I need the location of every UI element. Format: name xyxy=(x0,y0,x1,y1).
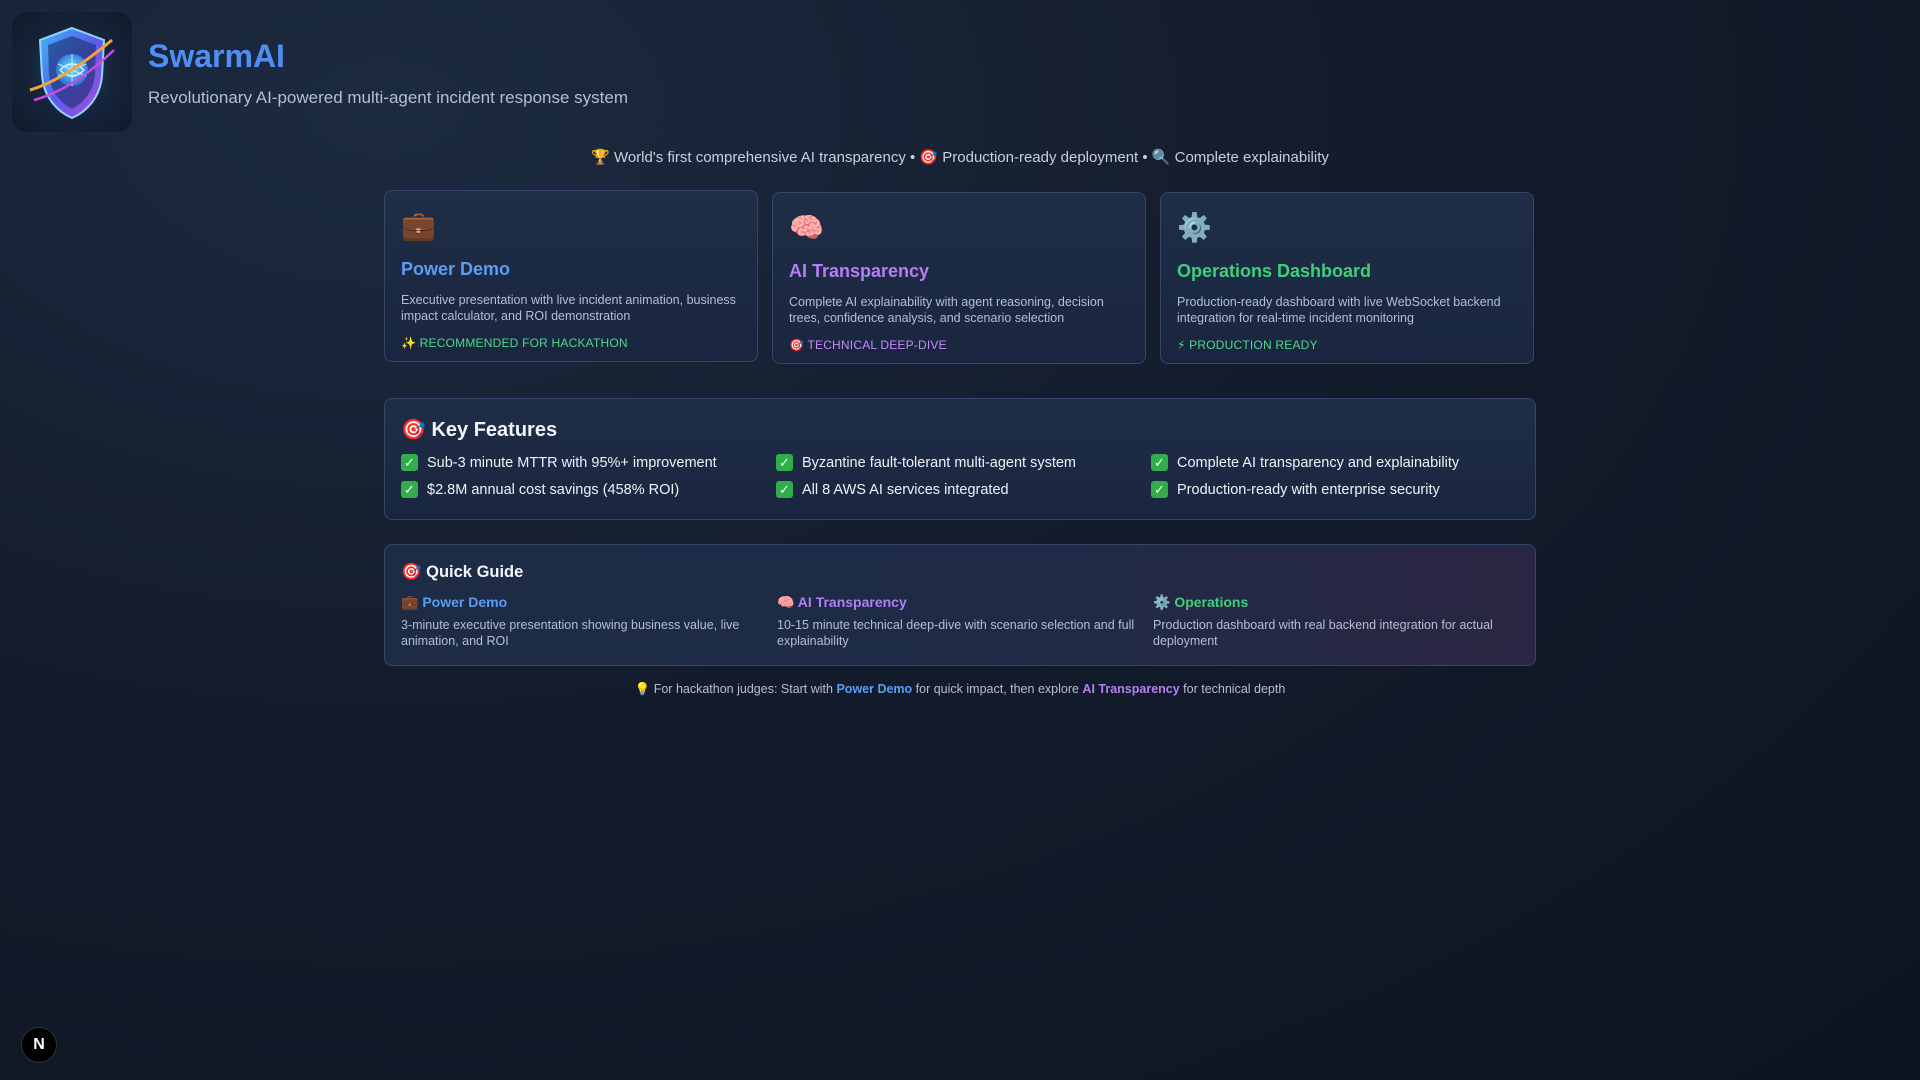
hint-prefix: 💡 For hackathon judges: Start with xyxy=(634,682,837,696)
hint-link-power-demo: Power Demo xyxy=(836,682,913,696)
guide-description: Production dashboard with real backend i… xyxy=(1153,618,1493,648)
brain-icon: 🧠 xyxy=(789,212,824,243)
quick-guide-title: 🎯 Quick Guide xyxy=(401,563,524,581)
guide-heading: ⚙️ Operations xyxy=(1153,594,1249,610)
feature-item: ✓ Byzantine fault-tolerant multi-agent sy… xyxy=(776,454,1151,471)
check-icon: ✓ xyxy=(1151,481,1168,498)
card-badge: 🎯 TECHNICAL DEEP-DIVE xyxy=(789,338,947,352)
card-ai-transparency[interactable]: 🧠 AI Transparency Complete AI explainabi… xyxy=(772,192,1146,364)
app-subtitle: Revolutionary AI-powered multi-agent inc… xyxy=(148,88,629,107)
check-icon: ✓ xyxy=(776,481,793,498)
check-icon: ✓ xyxy=(1151,454,1168,471)
app-title: SwarmAI xyxy=(148,38,285,74)
key-features-title: 🎯 Key Features xyxy=(401,419,558,441)
guide-item-ai-transparency: 🧠 AI Transparency 10-15 minute technical… xyxy=(777,594,1153,649)
card-badge: ✨ RECOMMENDED FOR HACKATHON xyxy=(401,336,628,350)
card-title: AI Transparency xyxy=(789,261,930,281)
card-operations-dashboard[interactable]: ⚙️ Operations Dashboard Production-ready… xyxy=(1160,192,1534,364)
feature-item: ✓ All 8 AWS AI services integrated xyxy=(776,481,1151,498)
app-logo xyxy=(12,12,132,132)
judges-hint: 💡 For hackathon judges: Start with Power… xyxy=(0,682,1920,697)
guide-heading: 🧠 AI Transparency xyxy=(777,594,907,610)
feature-item: ✓ Sub-3 minute MTTR with 95%+ improvement xyxy=(401,454,776,471)
card-description: Production-ready dashboard with live Web… xyxy=(1177,295,1501,325)
briefcase-icon: 💼 xyxy=(401,210,436,241)
feature-item: ✓ Production-ready with enterprise securi… xyxy=(1151,481,1526,498)
guide-item-operations: ⚙️ Operations Production dashboard with … xyxy=(1153,594,1529,649)
feature-item: ✓ Complete AI transparency and explainabi… xyxy=(1151,454,1526,471)
shield-brain-icon xyxy=(29,26,115,120)
feature-text: Byzantine fault-tolerant multi-agent sys… xyxy=(802,454,1077,471)
tagline: 🏆 World's first comprehensive AI transpa… xyxy=(591,149,1329,166)
guide-heading: 💼 Power Demo xyxy=(401,594,508,610)
guide-description: 10-15 minute technical deep-dive with sc… xyxy=(777,618,1135,648)
hint-middle: for quick impact, then explore xyxy=(912,682,1083,696)
feature-text: Sub-3 minute MTTR with 95%+ improvement xyxy=(427,454,717,471)
card-description: Complete AI explainability with agent re… xyxy=(789,295,1104,325)
card-title: Power Demo xyxy=(401,259,511,279)
dev-tools-button[interactable]: N xyxy=(21,1027,57,1063)
quick-guide-panel: 🎯 Quick Guide 💼 Power Demo 3-minute exec… xyxy=(384,544,1536,666)
feature-text: Complete AI transparency and explainabil… xyxy=(1177,454,1460,471)
feature-text: Production-ready with enterprise securit… xyxy=(1177,481,1440,498)
card-badge: ⚡ PRODUCTION READY xyxy=(1177,338,1318,352)
key-features-panel: 🎯 Key Features ✓ Sub-3 minute MTTR with 9… xyxy=(384,398,1536,520)
card-power-demo[interactable]: 💼 Power Demo Executive presentation with… xyxy=(384,190,758,362)
guide-description: 3-minute executive presentation showing … xyxy=(401,618,740,648)
card-title: Operations Dashboard xyxy=(1177,261,1372,281)
feature-text: $2.8M annual cost savings (458% ROI) xyxy=(427,481,680,498)
feature-text: All 8 AWS AI services integrated xyxy=(802,481,1009,498)
card-description: Executive presentation with live inciden… xyxy=(401,293,736,323)
feature-item: ✓ $2.8M annual cost savings (458% ROI) xyxy=(401,481,776,498)
hint-link-ai-transparency: AI Transparency xyxy=(1082,682,1180,696)
guide-item-power-demo: 💼 Power Demo 3-minute executive presenta… xyxy=(401,594,777,649)
check-icon: ✓ xyxy=(401,481,418,498)
gear-icon: ⚙️ xyxy=(1177,212,1212,243)
hint-suffix: for technical depth xyxy=(1179,682,1286,696)
check-icon: ✓ xyxy=(776,454,793,471)
check-icon: ✓ xyxy=(401,454,418,471)
